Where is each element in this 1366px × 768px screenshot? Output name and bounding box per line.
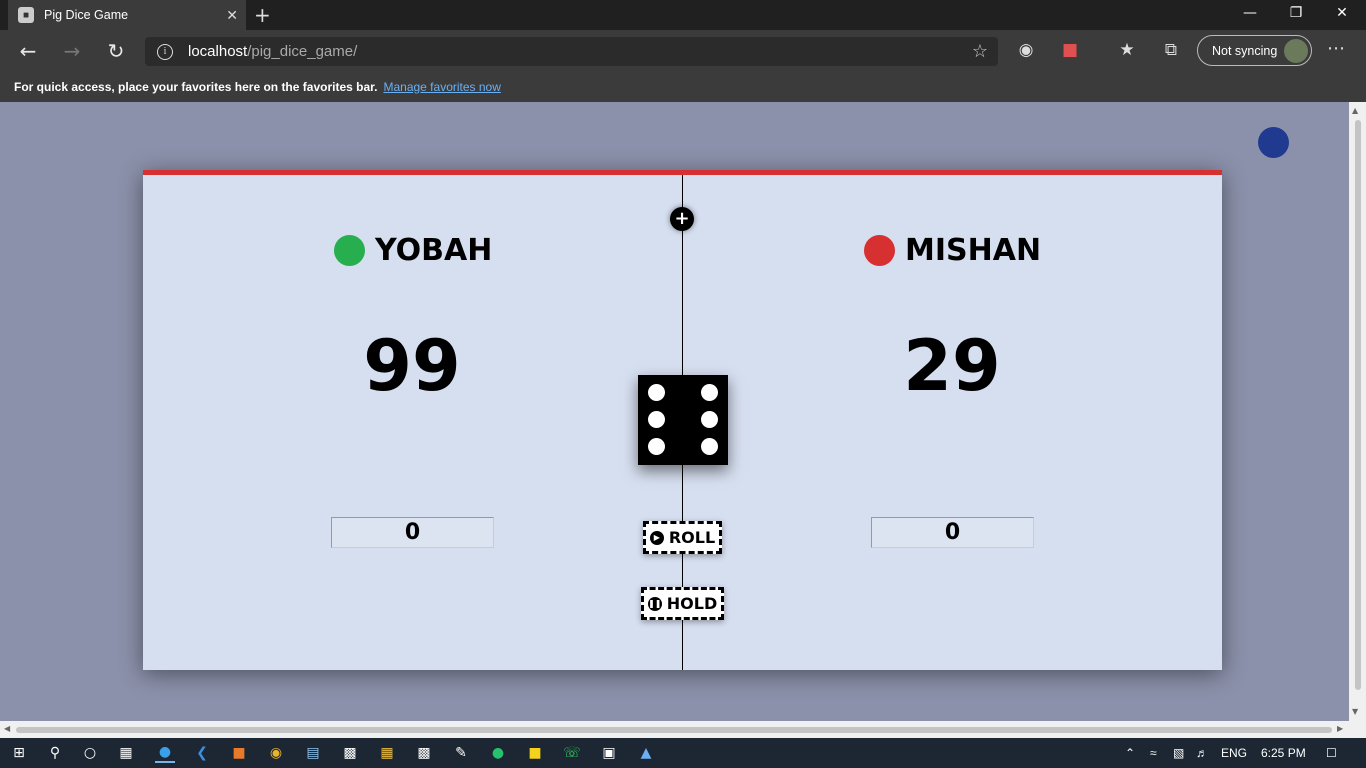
- terminal-icon[interactable]: ▩: [340, 743, 360, 763]
- windows-start-icon[interactable]: ⊞: [9, 743, 29, 763]
- scroll-up-icon[interactable]: ▲: [1352, 106, 1358, 115]
- hold-label: HOLD: [666, 594, 718, 613]
- manage-favorites-link[interactable]: Manage favorites now: [383, 80, 500, 94]
- pause-icon: ❚❚: [647, 596, 662, 611]
- avatar: [1284, 39, 1308, 63]
- app-icon[interactable]: ▩: [414, 743, 434, 763]
- player-1-indicator: [334, 235, 365, 266]
- battery-icon[interactable]: ▧: [1173, 746, 1184, 760]
- window-close-icon[interactable]: ✕: [1332, 5, 1352, 21]
- camera-extension-icon[interactable]: ■: [1059, 40, 1081, 60]
- title-bar: ■ Pig Dice Game ✕ + — ❐ ✕: [0, 0, 1366, 30]
- sync-label: Not syncing: [1212, 43, 1278, 58]
- file-explorer-icon[interactable]: ▦: [377, 743, 397, 763]
- player-2-score: 29: [903, 325, 1001, 407]
- player-2-current-score: 0: [871, 517, 1034, 548]
- url-host: localhost: [188, 43, 248, 60]
- notepad-icon[interactable]: ▤: [303, 743, 323, 763]
- scroll-down-icon[interactable]: ▼: [1352, 707, 1358, 716]
- sync-button[interactable]: Not syncing: [1197, 35, 1312, 66]
- scroll-left-icon[interactable]: ◀: [4, 724, 10, 733]
- browser-tab[interactable]: ■ Pig Dice Game ✕: [8, 0, 246, 30]
- dice-pip: [648, 384, 665, 401]
- info-icon[interactable]: i: [157, 43, 173, 60]
- roll-label: ROLL: [668, 528, 716, 547]
- site-favicon-icon: ■: [18, 7, 34, 23]
- player-2-name: MISHAN: [864, 233, 1041, 268]
- tab-close-icon[interactable]: ✕: [226, 7, 238, 24]
- favorites-icon[interactable]: ★: [1116, 40, 1138, 60]
- game-board: + YOBAH 99 0 MISHAN 29 0 ▶ ROLL ❚❚ HOLD: [143, 170, 1222, 670]
- cortana-icon[interactable]: ○: [80, 743, 100, 763]
- language-indicator[interactable]: ENG: [1221, 746, 1247, 760]
- restore-icon[interactable]: ❐: [1286, 5, 1306, 21]
- floating-dot: [1258, 127, 1289, 158]
- grammarly-icon[interactable]: ●: [488, 743, 508, 763]
- url-path: /pig_dice_game/: [247, 43, 358, 60]
- refresh-icon[interactable]: ↻: [104, 39, 128, 63]
- collections-icon[interactable]: ⧉: [1160, 40, 1182, 60]
- show-hidden-icons-icon[interactable]: ⌃: [1125, 746, 1135, 760]
- dice-pip: [701, 438, 718, 455]
- favorites-bar: For quick access, place your favorites h…: [0, 71, 1366, 102]
- task-view-icon[interactable]: ▦: [116, 743, 136, 763]
- favorites-bar-text: For quick access, place your favorites h…: [14, 79, 378, 94]
- vertical-scroll-thumb[interactable]: [1355, 120, 1361, 690]
- player-1-current-score: 0: [331, 517, 494, 548]
- search-icon[interactable]: ⚲: [45, 743, 65, 763]
- minimize-icon[interactable]: —: [1240, 5, 1260, 21]
- dice-pip: [648, 411, 665, 428]
- taskbar: ⊞ ⚲ ○ ▦ ● ❮ ■ ◉ ▤ ▩ ▦ ▩ ✎ ● ■ ☏ ▣ ▲ ⌃ ≈ …: [0, 738, 1366, 768]
- vertical-scrollbar[interactable]: ▲ ▼: [1349, 102, 1366, 721]
- browser-toolbar: ← → ↻ i localhost/pig_dice_game/ ☆ ◉ ■ ★…: [0, 30, 1366, 71]
- chrome-icon[interactable]: ◉: [266, 743, 286, 763]
- address-bar[interactable]: i localhost/pig_dice_game/ ☆: [145, 37, 998, 66]
- hold-button[interactable]: ❚❚ HOLD: [641, 587, 724, 620]
- wifi-icon[interactable]: ≈: [1150, 746, 1157, 760]
- new-game-icon[interactable]: +: [670, 207, 694, 231]
- tab-title: Pig Dice Game: [44, 8, 129, 22]
- sticky-notes-icon[interactable]: ■: [525, 743, 545, 763]
- player-1-score: 99: [363, 325, 461, 407]
- paint-icon[interactable]: ✎: [451, 743, 471, 763]
- volume-icon[interactable]: ♬: [1196, 746, 1208, 760]
- player-1-name-label: YOBAH: [375, 233, 493, 268]
- favorite-star-icon[interactable]: ☆: [972, 41, 988, 62]
- dice-image: [638, 375, 728, 465]
- back-icon[interactable]: ←: [16, 39, 40, 63]
- play-icon: ▶: [649, 530, 664, 545]
- extension-icon[interactable]: ◉: [1015, 40, 1037, 60]
- new-tab-icon[interactable]: +: [254, 3, 271, 27]
- dice-pip: [648, 438, 665, 455]
- clock[interactable]: 6:25 PM: [1261, 746, 1306, 760]
- player-2-name-label: MISHAN: [905, 233, 1042, 268]
- notifications-icon[interactable]: ☐: [1326, 746, 1337, 760]
- edge-icon[interactable]: ●: [155, 743, 175, 763]
- dice-pip: [701, 411, 718, 428]
- remote-desktop-icon[interactable]: ▣: [599, 743, 619, 763]
- forward-icon[interactable]: →: [60, 39, 84, 63]
- scroll-right-icon[interactable]: ▶: [1337, 724, 1343, 733]
- vscode-icon[interactable]: ❮: [192, 743, 212, 763]
- photos-icon[interactable]: ▲: [636, 743, 656, 763]
- player-2-indicator: [864, 235, 895, 266]
- xampp-icon[interactable]: ■: [229, 743, 249, 763]
- more-options-icon[interactable]: ⋯: [1327, 38, 1345, 59]
- dice-pip: [701, 384, 718, 401]
- scrollbar-corner: [1349, 721, 1366, 738]
- roll-button[interactable]: ▶ ROLL: [643, 521, 722, 554]
- player-1-name: YOBAH: [334, 233, 492, 268]
- horizontal-scrollbar[interactable]: ◀ ▶: [0, 721, 1349, 738]
- horizontal-scroll-thumb[interactable]: [16, 727, 1332, 733]
- whatsapp-icon[interactable]: ☏: [562, 743, 582, 763]
